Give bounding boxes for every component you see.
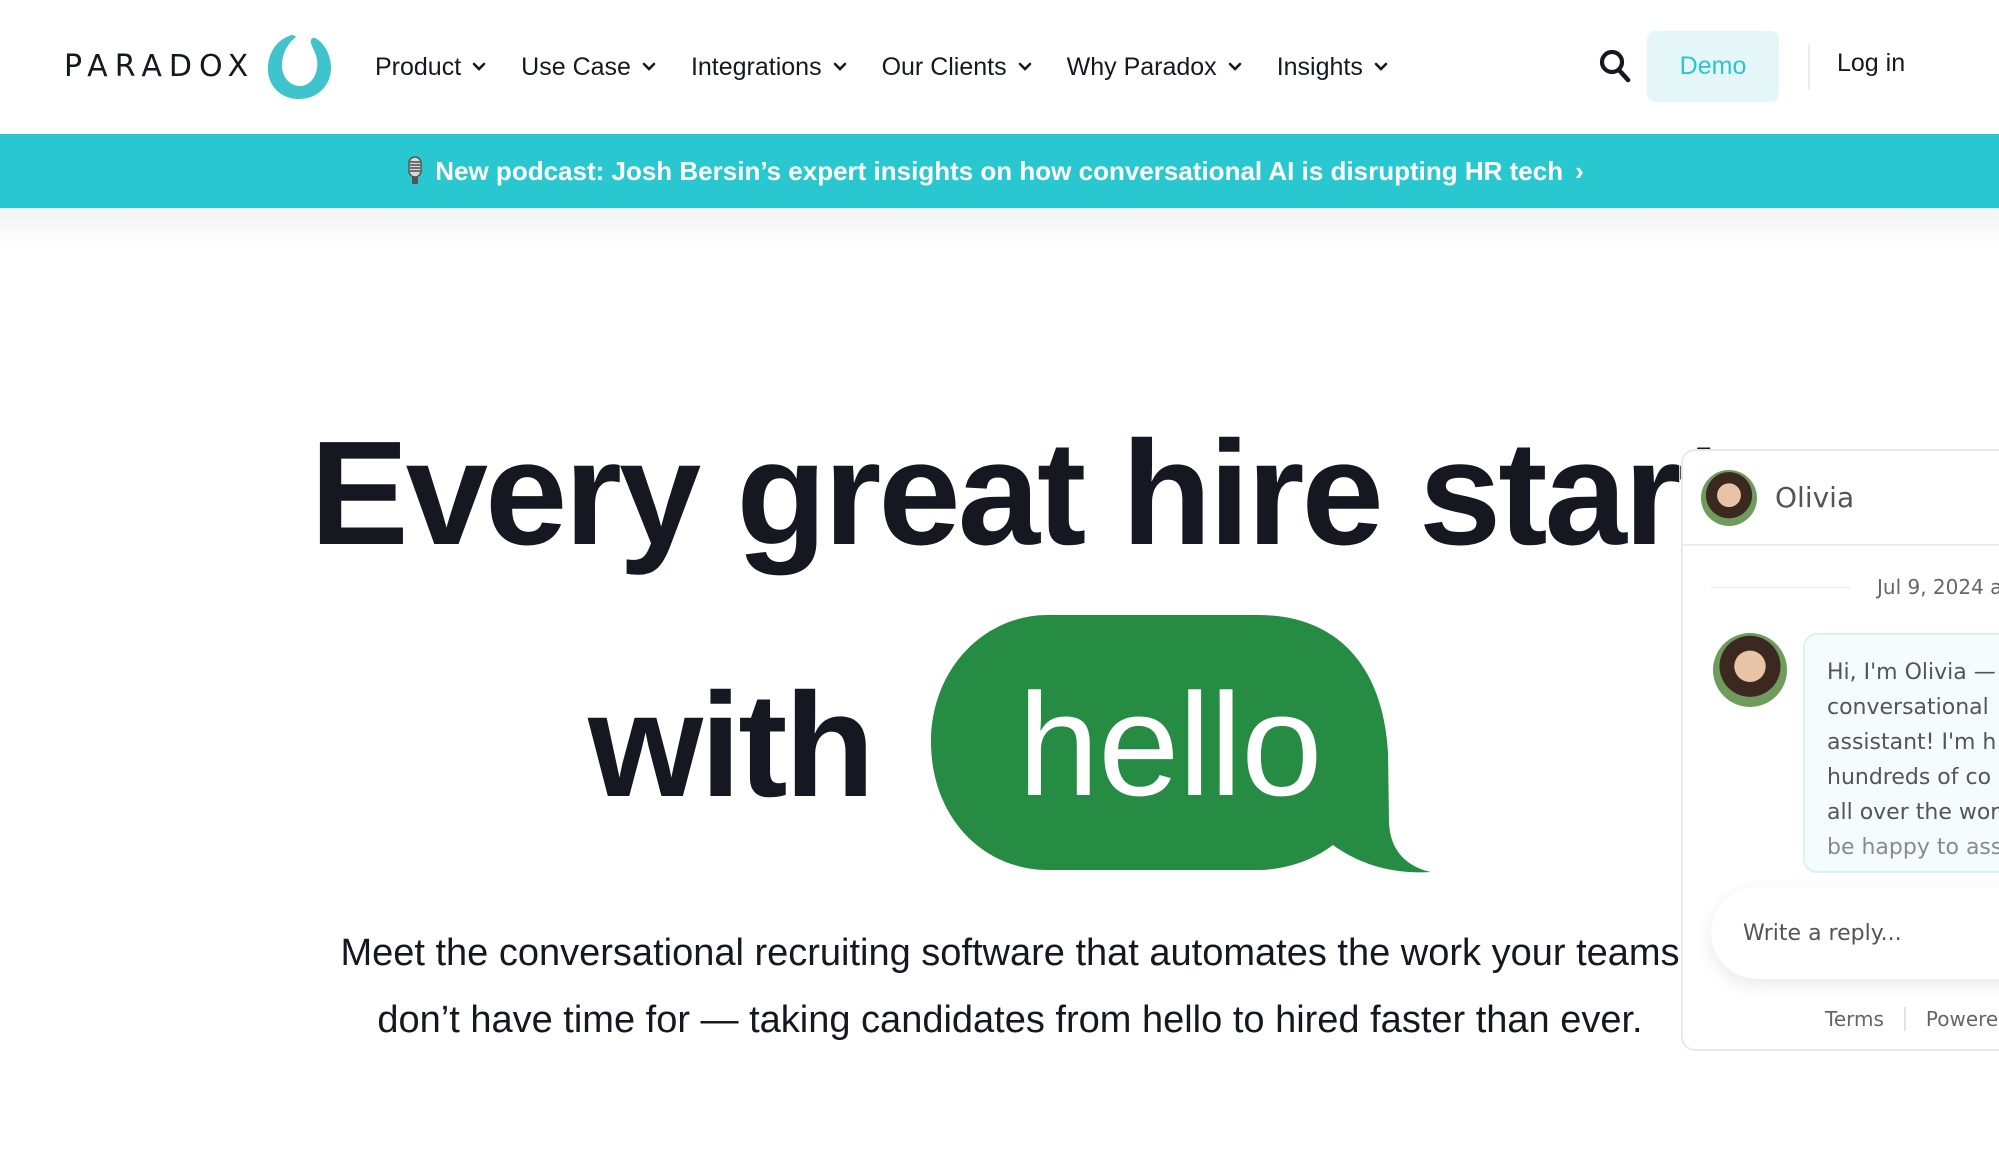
header-divider	[1808, 44, 1810, 90]
banner-content: New podcast: Josh Bersin’s expert insigh…	[405, 156, 1584, 187]
nav-label: Use Case	[521, 52, 631, 81]
chat-date-row: Jul 9, 2024 at	[1711, 575, 1999, 599]
logo-wordmark: PARADOX	[64, 48, 256, 84]
chat-date: Jul 9, 2024 at	[1877, 575, 1999, 599]
chevron-down-icon	[833, 62, 846, 71]
nav-label: Our Clients	[881, 52, 1007, 81]
podcast-banner[interactable]: New podcast: Josh Bersin’s expert insigh…	[0, 134, 1999, 208]
nav-label: Why Paradox	[1066, 52, 1217, 81]
reply-input[interactable]: Write a reply...	[1711, 887, 1999, 979]
chevron-down-icon	[1228, 62, 1241, 71]
main-nav: Product Use Case Integrations Our Client…	[375, 46, 1423, 88]
chat-widget[interactable]: Olivia Jul 9, 2024 at Hi, I'm Olivia — c…	[1681, 449, 1999, 1051]
chevron-down-icon	[472, 62, 486, 71]
agent-message: Hi, I'm Olivia — conversational assistan…	[1803, 633, 1999, 873]
hero-headline-line1: Every great hire starts	[310, 411, 1807, 576]
hello-bubble-text: hello	[1018, 663, 1322, 826]
terms-link[interactable]: Terms	[1825, 1007, 1884, 1031]
hero-subtitle: Meet the conversational recruiting softw…	[340, 932, 1680, 1041]
message-line: all over the wor	[1827, 800, 1999, 825]
message-line: Hi, I'm Olivia —	[1827, 660, 1996, 685]
logo-ring-icon	[268, 35, 332, 100]
chevron-down-icon	[642, 62, 656, 71]
date-divider	[1711, 586, 1851, 588]
nav-label: Integrations	[690, 52, 822, 81]
banner-text: New podcast: Josh Bersin’s expert insigh…	[435, 155, 1564, 186]
nav-use-case[interactable]: Use Case	[521, 46, 656, 88]
footer-divider	[1903, 1007, 1906, 1031]
login-link[interactable]: Log in	[1837, 49, 1905, 78]
chevron-down-icon	[1374, 62, 1388, 71]
powered-by-link[interactable]: Powere	[1926, 1007, 1998, 1031]
agent-name: Olivia	[1775, 481, 1855, 514]
site-header: PARADOX Product Use Case Integrations Ou…	[0, 0, 1999, 134]
nav-why-paradox[interactable]: Why Paradox	[1067, 46, 1242, 88]
message-line: hundreds of co	[1827, 765, 1992, 790]
demo-button[interactable]: Demo	[1647, 31, 1779, 102]
agent-avatar	[1701, 469, 1757, 526]
message-avatar	[1713, 633, 1787, 707]
hero-headline-line2: with	[588, 663, 875, 828]
nav-label: Product	[375, 52, 462, 81]
chat-header: Olivia	[1683, 451, 1999, 546]
message-line: be happy to ass	[1827, 835, 1999, 860]
message-line: conversational	[1827, 695, 1989, 720]
nav-product[interactable]: Product	[375, 46, 486, 88]
nav-our-clients[interactable]: Our Clients	[882, 46, 1032, 88]
chevron-down-icon	[1018, 62, 1031, 71]
nav-insights[interactable]: Insights	[1277, 46, 1388, 88]
message-line: assistant! I'm h	[1827, 730, 1997, 755]
banner-shadow	[0, 208, 1999, 248]
search-icon[interactable]	[1598, 48, 1632, 84]
nav-integrations[interactable]: Integrations	[691, 46, 847, 88]
nav-label: Insights	[1276, 52, 1363, 81]
paradox-logo[interactable]: PARADOX	[64, 28, 337, 104]
chat-footer: Terms Powere	[1825, 1007, 1998, 1031]
chevron-right-icon: ›	[1575, 155, 1584, 186]
microphone-icon	[408, 156, 422, 184]
